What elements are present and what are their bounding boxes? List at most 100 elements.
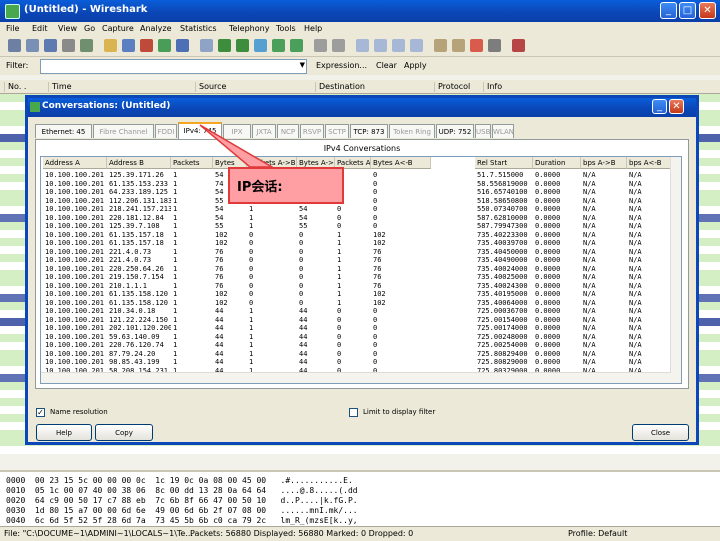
- resize-columns-icon[interactable]: [410, 39, 423, 52]
- column-header-rel-start[interactable]: Rel Start: [475, 157, 533, 169]
- close-window-button[interactable]: ✕: [699, 2, 716, 19]
- table-row[interactable]: 10.100.100.201 61.135.158.120 1 102 0 0 1 102 73…: [41, 290, 677, 298]
- filter-input[interactable]: ▼: [40, 59, 307, 74]
- auto-scroll-icon[interactable]: [332, 39, 345, 52]
- conversations-table[interactable]: Address A Address B Packets Bytes Packets A-…: [40, 156, 682, 384]
- stop-capture-icon[interactable]: [62, 39, 75, 52]
- table-row[interactable]: 10.100.100.201 210.34.0.18 1 44 1 44 0 0 725.000…: [41, 307, 677, 315]
- table-row[interactable]: 10.100.100.201 61.135.157.18 1 102 0 0 1 102 735…: [41, 231, 677, 239]
- column-no[interactable]: No. .: [4, 82, 26, 92]
- tab-token-ring[interactable]: Token Ring: [389, 124, 435, 138]
- clear-button[interactable]: Clear: [376, 61, 397, 70]
- tab-rsvp[interactable]: RSVP: [300, 124, 324, 138]
- tab-fddi[interactable]: FDDI: [155, 124, 177, 138]
- table-row[interactable]: 10.100.100.201112.206.131.18315515500518…: [41, 197, 677, 205]
- table-row[interactable]: 10.100.100.201 219.150.7.154 1 76 0 0 1 76 735.4…: [41, 273, 677, 281]
- table-row[interactable]: 10.100.100.201 210.1.1.1 1 76 0 0 1 76 735.40024…: [41, 282, 677, 290]
- go-first-icon[interactable]: [272, 39, 285, 52]
- horizontal-scrollbar[interactable]: [41, 372, 671, 383]
- go-back-icon[interactable]: [218, 39, 231, 52]
- menu-telephony[interactable]: Telephony: [229, 24, 269, 33]
- go-forward-icon[interactable]: [236, 39, 249, 52]
- table-row[interactable]: 10.100.100.20161.135.153.2331741740058.5…: [41, 180, 677, 188]
- column-destination[interactable]: Destination: [315, 82, 365, 92]
- tab-wlan[interactable]: WLAN: [492, 124, 514, 138]
- colorize-icon[interactable]: [314, 39, 327, 52]
- zoom-out-icon[interactable]: [374, 39, 387, 52]
- display-filters-icon[interactable]: [452, 39, 465, 52]
- open-file-icon[interactable]: [104, 39, 117, 52]
- column-header-bytes-a-b[interactable]: Bytes A<-B: [371, 157, 431, 169]
- tab-udp-752[interactable]: UDP: 752: [436, 124, 474, 138]
- save-file-icon[interactable]: [122, 39, 135, 52]
- help-icon[interactable]: [512, 39, 525, 52]
- minimize-button[interactable]: _: [660, 2, 677, 19]
- tab-sctp[interactable]: SCTP: [325, 124, 349, 138]
- close-button[interactable]: Close: [632, 424, 689, 441]
- normal-size-icon[interactable]: [392, 39, 405, 52]
- column-header-duration[interactable]: Duration: [533, 157, 581, 169]
- dialog-minimize-button[interactable]: _: [652, 99, 667, 114]
- column-time[interactable]: Time: [48, 82, 72, 92]
- menu-go[interactable]: Go: [84, 24, 95, 33]
- close-file-icon[interactable]: [140, 39, 153, 52]
- menu-help[interactable]: Help: [304, 24, 322, 33]
- start-capture-icon[interactable]: [44, 39, 57, 52]
- limit-filter-checkbox[interactable]: [349, 408, 358, 417]
- go-to-packet-icon[interactable]: [254, 39, 267, 52]
- expression-button[interactable]: Expression...: [316, 61, 367, 70]
- interfaces-icon[interactable]: [8, 39, 21, 52]
- table-row[interactable]: 10.100.100.201 121.22.224.150 1 44 1 44 0 0 725.…: [41, 316, 677, 324]
- table-row[interactable]: 10.100.100.201 202.101.120.200 1 44 1 44 0 0 725…: [41, 324, 677, 332]
- maximize-button[interactable]: □: [679, 2, 696, 19]
- table-row[interactable]: 10.100.100.201 87.79.24.20 1 44 1 44 0 0 725.808…: [41, 350, 677, 358]
- print-icon[interactable]: [176, 39, 189, 52]
- help-button[interactable]: Help: [36, 424, 92, 441]
- column-protocol[interactable]: Protocol: [434, 82, 470, 92]
- table-row[interactable]: 10.100.100.201 59.63.140.09 1 44 1 44 0 0 725.00…: [41, 333, 677, 341]
- tab-ethernet-45[interactable]: Ethernet: 45: [35, 124, 92, 138]
- go-last-icon[interactable]: [290, 39, 303, 52]
- table-row[interactable]: 10.100.100.201 61.135.158.120 1 102 0 0 1 102 73…: [41, 299, 677, 307]
- menu-file[interactable]: File: [6, 24, 19, 33]
- coloring-rules-icon[interactable]: [470, 39, 483, 52]
- tab-tcp-873[interactable]: TCP: 873: [350, 124, 388, 138]
- reload-icon[interactable]: [158, 39, 171, 52]
- column-info[interactable]: Info: [483, 82, 502, 92]
- table-row[interactable]: 10.100.100.201 221.4.0.73 1 76 0 0 1 76 735.4049…: [41, 256, 677, 264]
- table-row[interactable]: 10.100.100.201 61.135.157.18 1 102 0 0 1 102 735…: [41, 239, 677, 247]
- name-resolution-checkbox[interactable]: ✓: [36, 408, 45, 417]
- restart-capture-icon[interactable]: [80, 39, 93, 52]
- menu-analyze[interactable]: Analyze: [140, 24, 172, 33]
- column-source[interactable]: Source: [195, 82, 226, 92]
- filter-dropdown-icon[interactable]: ▼: [300, 61, 305, 69]
- copy-button[interactable]: Copy: [95, 424, 153, 441]
- capture-filters-icon[interactable]: [434, 39, 447, 52]
- packet-bytes-pane[interactable]: 0000 00 23 15 5c 00 00 00 0c 1c 19 0c 0a…: [0, 470, 720, 528]
- menu-view[interactable]: View: [58, 24, 77, 33]
- table-row[interactable]: 10.100.100.201 220.181.12.84 1 54 1 54 0 0 587.6…: [41, 214, 677, 222]
- tab-fibre-channel[interactable]: Fibre Channel: [93, 124, 154, 138]
- find-packet-icon[interactable]: [200, 39, 213, 52]
- table-row[interactable]: 10.100.100.201 221.4.0.73 1 76 0 0 1 76 735.4045…: [41, 248, 677, 256]
- menu-capture[interactable]: Capture: [102, 24, 134, 33]
- table-row[interactable]: 10.100.100.201125.39.171.261541540051.7.…: [41, 171, 677, 179]
- table-row[interactable]: 10.100.100.201 98.85.43.199 1 44 1 44 0 0 725.80…: [41, 358, 677, 366]
- tab-ncp[interactable]: NCP: [277, 124, 299, 138]
- packet-row[interactable]: [0, 446, 720, 454]
- menu-statistics[interactable]: Statistics: [180, 24, 217, 33]
- zoom-in-icon[interactable]: [356, 39, 369, 52]
- column-header-bps-a-b[interactable]: bps A<-B: [627, 157, 673, 169]
- column-header-address-a[interactable]: Address A: [43, 157, 107, 169]
- table-row[interactable]: 10.100.100.201 220.250.64.26 1 76 0 0 1 76 735.4…: [41, 265, 677, 273]
- options-icon[interactable]: [26, 39, 39, 52]
- table-row[interactable]: 10.100.100.201 220.76.120.74 1 44 1 44 0 0 725.0…: [41, 341, 677, 349]
- dialog-close-button[interactable]: ✕: [669, 99, 684, 114]
- tab-usb[interactable]: USB: [475, 124, 491, 138]
- menu-edit[interactable]: Edit: [32, 24, 48, 33]
- table-row[interactable]: 10.100.100.201 218.241.157.213 1 54 1 54 0 0 550…: [41, 205, 677, 213]
- preferences-icon[interactable]: [488, 39, 501, 52]
- column-header-address-b[interactable]: Address B: [107, 157, 171, 169]
- vertical-scrollbar[interactable]: [670, 157, 681, 383]
- menu-tools[interactable]: Tools: [276, 24, 296, 33]
